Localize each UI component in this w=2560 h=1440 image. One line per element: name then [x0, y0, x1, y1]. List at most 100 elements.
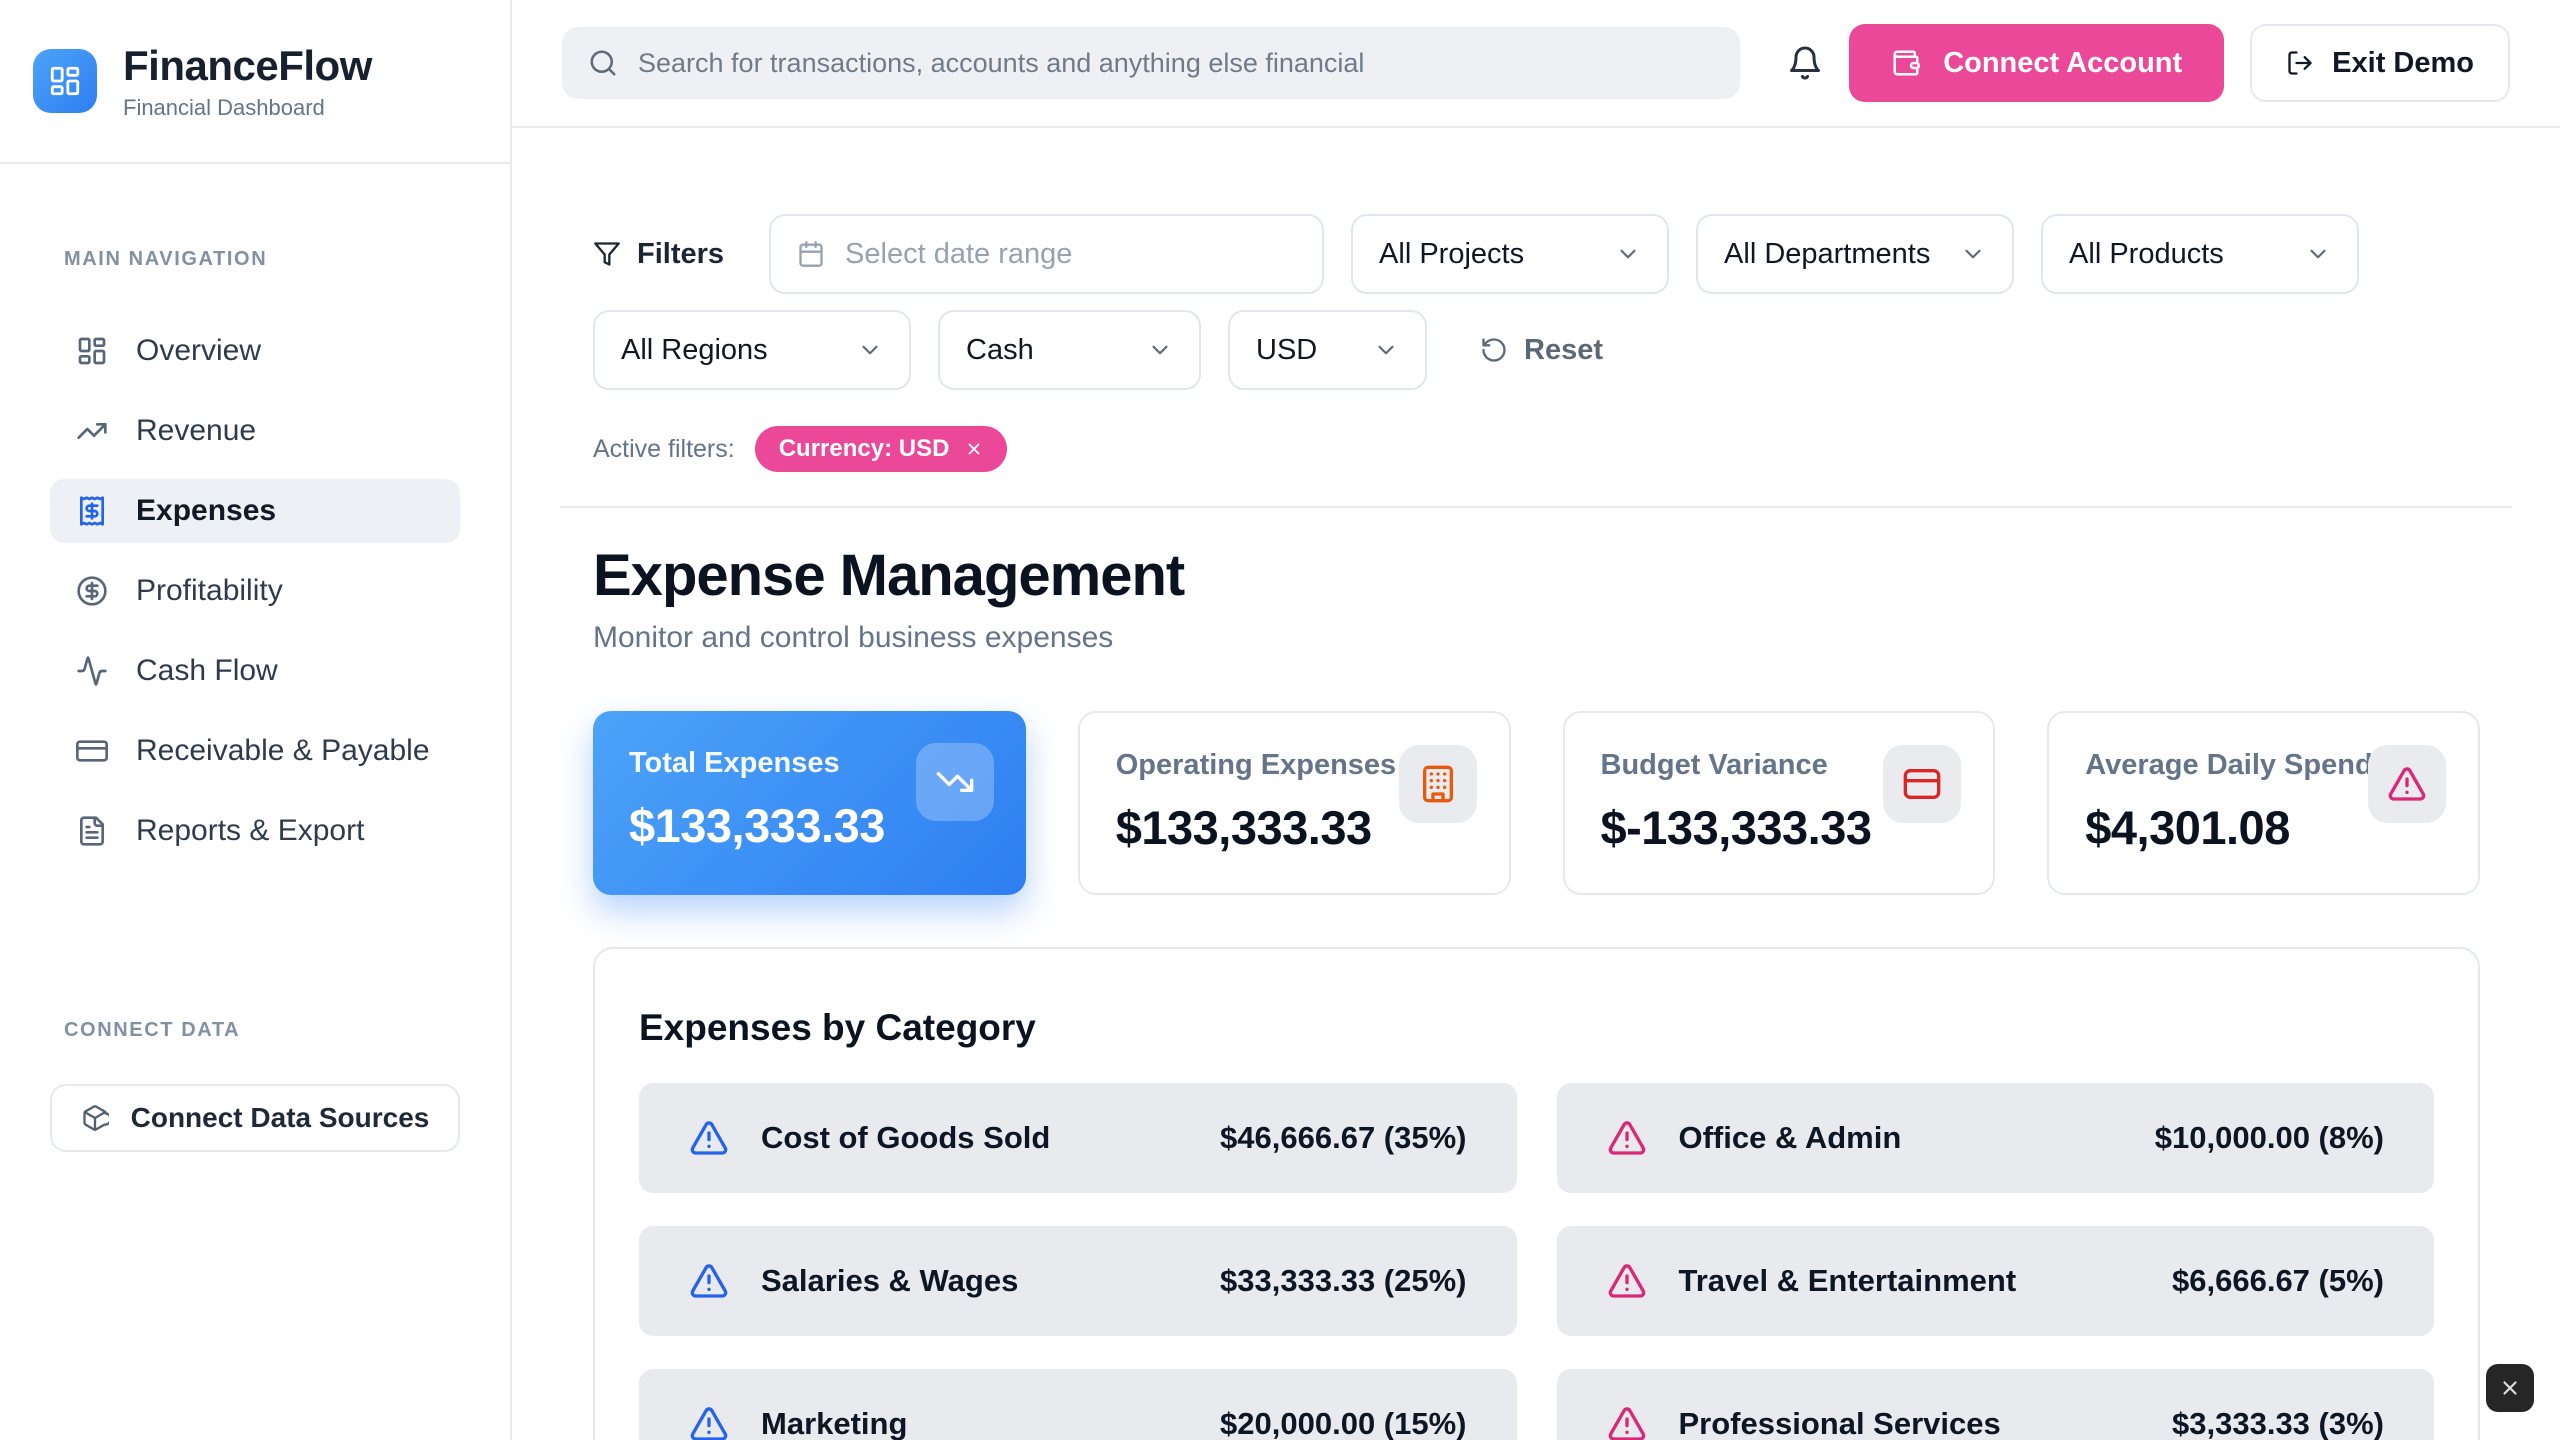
category-row-office-admin: Office & Admin $10,000.00 (8%) — [1557, 1083, 2435, 1193]
active-filters-label: Active filters: — [593, 435, 735, 464]
filters-row-2: All Regions Cash USD Reset — [593, 310, 2480, 390]
alert-triangle-icon — [1607, 1404, 1647, 1440]
basis-select[interactable]: Cash — [938, 310, 1201, 390]
connect-data-sources-button[interactable]: Connect Data Sources — [50, 1084, 460, 1152]
expenses-by-category-card: Expenses by Category Cost of Goods Sold … — [593, 947, 2480, 1440]
currency-filter-chip[interactable]: Currency: USD — [755, 426, 1008, 472]
log-out-icon — [2286, 49, 2314, 77]
chevron-down-icon — [857, 337, 883, 363]
sidebar: FinanceFlow Financial Dashboard MAIN NAV… — [0, 0, 512, 1440]
filters-label: Filters — [593, 238, 724, 271]
category-row-salaries-wages: Salaries & Wages $33,333.33 (25%) — [639, 1226, 1517, 1336]
receipt-icon — [76, 495, 108, 527]
departments-select[interactable]: All Departments — [1696, 214, 2014, 294]
category-section-heading: Expenses by Category — [639, 1007, 2434, 1049]
sidebar-item-reports-export[interactable]: Reports & Export — [50, 799, 460, 863]
close-overlay-button[interactable] — [2486, 1364, 2534, 1412]
connect-data-section: CONNECT DATA Connect Data Sources — [0, 1019, 510, 1152]
sidebar-item-cash-flow[interactable]: Cash Flow — [50, 639, 460, 703]
brand: FinanceFlow Financial Dashboard — [0, 0, 510, 164]
app-logo-icon — [33, 49, 97, 113]
sidebar-item-label: Receivable & Payable — [136, 734, 430, 768]
section-divider — [560, 506, 2512, 508]
regions-select[interactable]: All Regions — [593, 310, 911, 390]
file-text-icon — [76, 815, 108, 847]
connect-data-heading: CONNECT DATA — [50, 1019, 460, 1042]
date-range-input[interactable] — [845, 238, 1296, 271]
app-title: FinanceFlow — [123, 42, 372, 90]
alert-triangle-icon — [1607, 1118, 1647, 1158]
circle-dollar-icon — [76, 575, 108, 607]
stat-card-operating-expenses[interactable]: Operating Expenses $133,333.33 — [1078, 711, 1511, 895]
chevron-down-icon — [1960, 241, 1986, 267]
alert-triangle-icon — [1607, 1261, 1647, 1301]
page-subtitle: Monitor and control business expenses — [593, 621, 2480, 655]
package-icon — [81, 1104, 109, 1132]
stat-card-budget-variance[interactable]: Budget Variance $-133,333.33 — [1563, 711, 1996, 895]
chevron-down-icon — [2305, 241, 2331, 267]
sidebar-item-profitability[interactable]: Profitability — [50, 559, 460, 623]
app-root: FinanceFlow Financial Dashboard MAIN NAV… — [0, 0, 2560, 1440]
sidebar-item-overview[interactable]: Overview — [50, 319, 460, 383]
search-icon — [588, 48, 618, 78]
projects-select[interactable]: All Projects — [1351, 214, 1669, 294]
date-range-field — [769, 214, 1324, 294]
sidebar-item-label: Cash Flow — [136, 654, 278, 688]
stat-cards: Total Expenses $133,333.33 Operating Exp… — [593, 711, 2480, 895]
main-navigation: Overview Revenue Expenses Profitability … — [0, 319, 510, 879]
search-bar — [562, 27, 1740, 99]
calendar-icon — [797, 240, 825, 268]
search-input[interactable] — [638, 48, 1714, 79]
layout-dashboard-icon — [76, 335, 108, 367]
sidebar-item-revenue[interactable]: Revenue — [50, 399, 460, 463]
stat-card-average-daily-spend[interactable]: Average Daily Spend $4,301.08 — [2047, 711, 2480, 895]
expense-section: Expense Management Monitor and control b… — [560, 542, 2512, 1440]
trending-up-icon — [76, 415, 108, 447]
alert-triangle-icon — [689, 1404, 729, 1440]
credit-card-icon — [1883, 745, 1961, 823]
reset-filters-button[interactable]: Reset — [1480, 334, 1603, 367]
notifications-button[interactable] — [1787, 45, 1823, 81]
alert-triangle-icon — [689, 1118, 729, 1158]
sidebar-item-expenses[interactable]: Expenses — [50, 479, 460, 543]
category-row-travel-entertainment: Travel & Entertainment $6,666.67 (5%) — [1557, 1226, 2435, 1336]
active-filters-row: Active filters: Currency: USD — [593, 426, 2480, 472]
building-icon — [1399, 745, 1477, 823]
sidebar-item-label: Reports & Export — [136, 814, 364, 848]
bell-icon — [1787, 45, 1823, 81]
category-row-cost-of-goods-sold: Cost of Goods Sold $46,666.67 (35%) — [639, 1083, 1517, 1193]
alert-triangle-icon — [689, 1261, 729, 1301]
filter-funnel-icon — [593, 240, 621, 268]
category-grid: Cost of Goods Sold $46,666.67 (35%) Offi… — [639, 1083, 2434, 1440]
sidebar-item-label: Overview — [136, 334, 261, 368]
currency-select[interactable]: USD — [1228, 310, 1427, 390]
activity-icon — [76, 655, 108, 687]
rotate-ccw-icon — [1480, 336, 1508, 364]
chevron-down-icon — [1147, 337, 1173, 363]
nav-section-heading: MAIN NAVIGATION — [0, 248, 510, 271]
main-area: Connect Account Exit Demo Filters — [512, 0, 2560, 1440]
category-row-marketing: Marketing $20,000.00 (15%) — [639, 1369, 1517, 1440]
stat-card-total-expenses[interactable]: Total Expenses $133,333.33 — [593, 711, 1026, 895]
content: Filters All Projects All Departments — [512, 128, 2560, 1440]
trending-down-icon — [916, 743, 994, 821]
alert-triangle-icon — [2368, 745, 2446, 823]
filters-section: Filters All Projects All Departments — [560, 214, 2512, 472]
topbar: Connect Account Exit Demo — [512, 0, 2560, 128]
app-subtitle: Financial Dashboard — [123, 95, 372, 121]
products-select[interactable]: All Products — [2041, 214, 2359, 294]
sidebar-item-receivable-payable[interactable]: Receivable & Payable — [50, 719, 460, 783]
page-title: Expense Management — [593, 542, 2480, 609]
category-row-professional-services: Professional Services $3,333.33 (3%) — [1557, 1369, 2435, 1440]
exit-demo-button[interactable]: Exit Demo — [2250, 24, 2510, 102]
connect-account-button[interactable]: Connect Account — [1849, 24, 2224, 102]
sidebar-item-label: Expenses — [136, 494, 276, 528]
sidebar-item-label: Profitability — [136, 574, 283, 608]
wallet-icon — [1891, 48, 1921, 78]
credit-card-icon — [76, 735, 108, 767]
chevron-down-icon — [1615, 241, 1641, 267]
chevron-down-icon — [1373, 337, 1399, 363]
chip-close-icon[interactable] — [965, 440, 983, 458]
sidebar-item-label: Revenue — [136, 414, 256, 448]
filters-row-1: Filters All Projects All Departments — [593, 214, 2480, 294]
